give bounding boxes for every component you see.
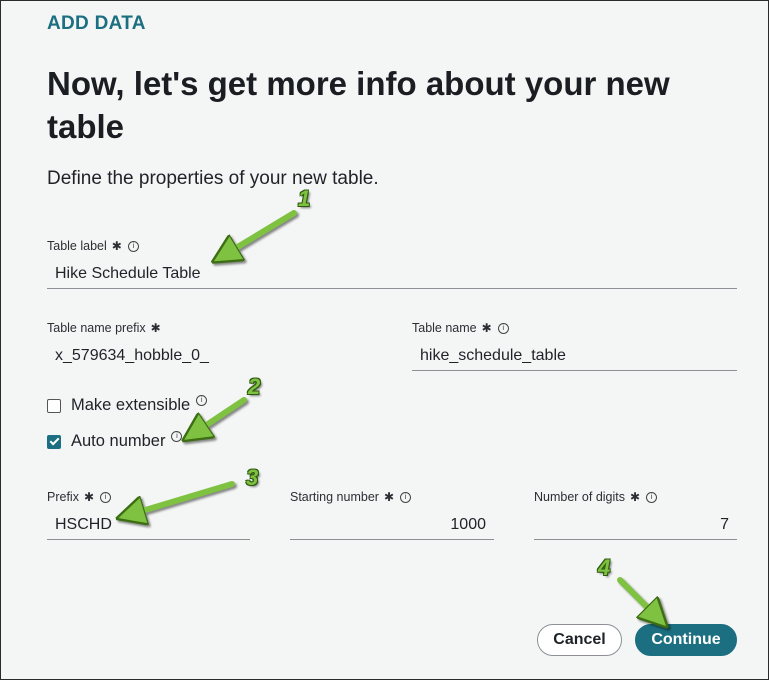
auto-number-checkbox[interactable] (47, 434, 61, 449)
section-eyebrow: ADD DATA (47, 13, 146, 34)
table-name-text: Table name (412, 321, 477, 335)
required-icon: ✱ (630, 490, 641, 504)
continue-button[interactable]: Continue (635, 624, 737, 656)
prefix-text: Prefix (47, 490, 79, 504)
make-extensible-checkbox[interactable] (47, 398, 61, 413)
table-label-field-label: Table label ✱ i (47, 239, 139, 253)
table-name-prefix-field-label: Table name prefix ✱ (47, 321, 161, 335)
table-label-input[interactable] (47, 259, 737, 289)
callout-badge-4: 4 (598, 555, 611, 580)
make-extensible-label: Make extensible (71, 396, 191, 414)
cancel-button[interactable]: Cancel (537, 624, 622, 656)
table-name-prefix-text: Table name prefix (47, 321, 146, 335)
info-icon[interactable]: i (196, 395, 208, 406)
info-icon[interactable]: i (127, 240, 139, 252)
required-icon: ✱ (383, 490, 394, 504)
table-label-text: Table label (47, 239, 107, 253)
page-subtitle: Define the properties of your new table. (47, 168, 379, 189)
callout-badge-2: 2 (248, 374, 261, 399)
starting-number-text: Starting number (290, 490, 379, 504)
number-of-digits-input[interactable] (534, 510, 737, 540)
make-extensible-row[interactable]: Make extensible i (47, 395, 208, 415)
required-icon: ✱ (111, 239, 122, 253)
info-icon[interactable]: i (100, 491, 112, 503)
info-icon[interactable]: i (171, 431, 183, 442)
table-name-prefix-value: x_579634_hobble_0_ (55, 347, 209, 364)
auto-number-row[interactable]: Auto number i (47, 431, 183, 451)
required-icon: ✱ (150, 321, 161, 335)
number-of-digits-field-label: Number of digits ✱ i (534, 490, 658, 504)
callout-badge-1: 1 (298, 186, 311, 211)
prefix-field-label: Prefix ✱ i (47, 490, 112, 504)
table-name-input[interactable] (412, 341, 737, 371)
table-name-field-label: Table name ✱ i (412, 321, 509, 335)
starting-number-input[interactable] (290, 510, 494, 540)
info-icon[interactable]: i (646, 491, 658, 503)
callout-badge-3: 3 (246, 465, 259, 490)
number-of-digits-text: Number of digits (534, 490, 626, 504)
info-icon[interactable]: i (497, 322, 509, 334)
page-title: Now, let's get more info about your new … (47, 65, 670, 145)
required-icon: ✱ (83, 490, 95, 504)
info-icon[interactable]: i (400, 491, 411, 503)
starting-number-field-label: Starting number ✱ i (290, 490, 411, 504)
prefix-input[interactable] (47, 510, 250, 540)
auto-number-label: Auto number (71, 432, 166, 450)
required-icon: ✱ (481, 321, 492, 335)
